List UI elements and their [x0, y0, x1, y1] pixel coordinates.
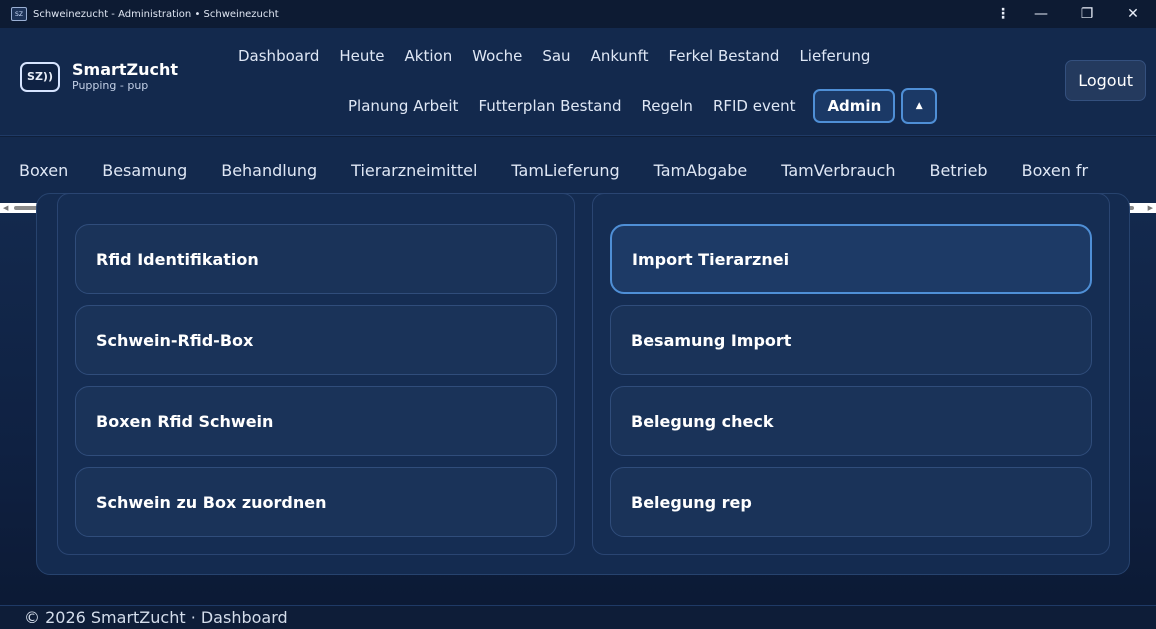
- nav-admin[interactable]: Admin: [813, 89, 896, 123]
- nav-woche[interactable]: Woche: [462, 40, 532, 72]
- scroll-right-icon[interactable]: ▶: [1148, 204, 1153, 212]
- nav-futterplan-bestand[interactable]: Futterplan Bestand: [468, 90, 631, 122]
- window-controls: ⋮ — ❐ ✕: [988, 0, 1156, 28]
- collapse-nav-icon[interactable]: ▲: [901, 88, 938, 124]
- maximize-icon[interactable]: ❐: [1064, 0, 1110, 28]
- subnav-behandlung[interactable]: Behandlung: [204, 161, 334, 180]
- scroll-left-icon[interactable]: ◀: [3, 204, 8, 212]
- subnav-tamlieferung[interactable]: TamLieferung: [494, 161, 636, 180]
- nav-planung-arbeit[interactable]: Planung Arbeit: [338, 90, 468, 122]
- main-nav-row-1: Dashboard Heute Aktion Woche Sau Ankunft…: [228, 40, 880, 72]
- nav-regeln[interactable]: Regeln: [632, 90, 703, 122]
- subnav-tierarzneimittel[interactable]: Tierarzneimittel: [334, 161, 494, 180]
- footer: © 2026 SmartZucht · Dashboard: [0, 605, 1156, 629]
- app-icon: SZ: [11, 7, 27, 21]
- brand-subtitle: Pupping - pup: [72, 79, 149, 92]
- card-schwein-rfid-box[interactable]: Schwein-Rfid-Box: [75, 305, 557, 375]
- main-nav-row-2: Planung Arbeit Futterplan Bestand Regeln…: [338, 88, 938, 124]
- app-header: SZ)) SmartZucht Pupping - pup Dashboard …: [0, 28, 1156, 136]
- card-besamung-import[interactable]: Besamung Import: [610, 305, 1092, 375]
- card-belegung-check[interactable]: Belegung check: [610, 386, 1092, 456]
- subnav-besamung[interactable]: Besamung: [85, 161, 204, 180]
- subnav-betrieb[interactable]: Betrieb: [912, 161, 1004, 180]
- logout-button[interactable]: Logout: [1065, 60, 1146, 101]
- card-boxen-rfid-schwein[interactable]: Boxen Rfid Schwein: [75, 386, 557, 456]
- nav-sau[interactable]: Sau: [532, 40, 580, 72]
- card-belegung-rep[interactable]: Belegung rep: [610, 467, 1092, 537]
- subnav-boxen-frei[interactable]: Boxen fr: [1005, 161, 1106, 180]
- brand-name: SmartZucht: [72, 60, 179, 79]
- nav-dashboard[interactable]: Dashboard: [228, 40, 329, 72]
- nav-ferkel-bestand[interactable]: Ferkel Bestand: [658, 40, 789, 72]
- minimize-icon[interactable]: —: [1018, 0, 1064, 28]
- window-title: Schweinezucht - Administration • Schwein…: [33, 8, 279, 20]
- more-options-icon[interactable]: ⋮: [988, 0, 1018, 28]
- nav-ankunft[interactable]: Ankunft: [581, 40, 659, 72]
- subnav-tamabgabe[interactable]: TamAbgabe: [637, 161, 765, 180]
- brand-text: SmartZucht Pupping - pup: [72, 60, 179, 93]
- card-import-tierarznei[interactable]: Import Tierarznei: [610, 224, 1092, 294]
- main-content: Rfid Identifikation Schwein-Rfid-Box Box…: [0, 193, 1156, 605]
- subnav-boxen[interactable]: Boxen: [0, 161, 85, 180]
- brand[interactable]: SZ)) SmartZucht Pupping - pup: [20, 61, 178, 92]
- close-icon[interactable]: ✕: [1110, 0, 1156, 28]
- smartzucht-logo-icon: SZ)): [20, 61, 60, 92]
- nav-aktion[interactable]: Aktion: [395, 40, 463, 72]
- window-titlebar: SZ Schweinezucht - Administration • Schw…: [0, 0, 1156, 28]
- nav-heute[interactable]: Heute: [329, 40, 394, 72]
- card-schwein-zu-box-zuordnen[interactable]: Schwein zu Box zuordnen: [75, 467, 557, 537]
- nav-lieferung[interactable]: Lieferung: [789, 40, 880, 72]
- subnav-tamverbrauch[interactable]: TamVerbrauch: [764, 161, 912, 180]
- nav-rfid-event[interactable]: RFID event: [703, 90, 806, 122]
- card-rfid-identifikation[interactable]: Rfid Identifikation: [75, 224, 557, 294]
